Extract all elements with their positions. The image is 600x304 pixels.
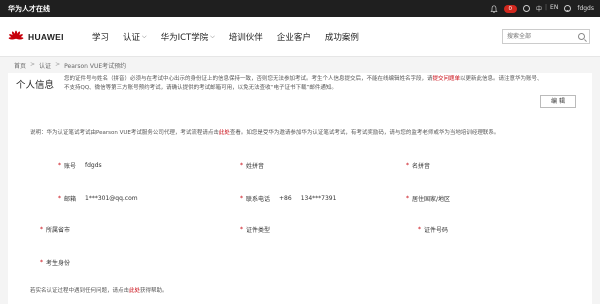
required-mark: *: [240, 195, 243, 202]
breadcrumb-separator: >: [30, 61, 36, 68]
country-label: 居住国家/地区: [412, 196, 451, 203]
help-note: 若实名认证过程中遇到任何问题，请点击此处获得帮助。: [30, 286, 168, 294]
id-type-label: 证件类型: [246, 227, 271, 234]
pinyin-given-field[interactable]: * 名拼音: [406, 161, 430, 170]
search-input[interactable]: [503, 30, 573, 43]
required-mark: *: [58, 195, 61, 202]
country-field[interactable]: * 居住国家/地区: [406, 194, 450, 203]
required-mark: *: [58, 162, 61, 169]
required-mark: *: [418, 226, 421, 233]
nav-item-enterprise[interactable]: 企业客户: [277, 31, 311, 43]
id-number-label: 证件号码: [424, 227, 449, 234]
main-nav: 学习 认证 ⌵ 华为ICT学院 ⌵ 培训伙伴 企业客户 成功案例: [92, 31, 359, 43]
nav-label: 学习: [92, 33, 110, 43]
exam-process-link[interactable]: 此处: [219, 130, 230, 136]
phone-label: 联系电话: [246, 196, 271, 203]
nav-label: 认证: [123, 33, 141, 43]
chevron-down-icon: ⌵: [210, 33, 215, 40]
required-mark: *: [240, 226, 243, 233]
required-mark: *: [406, 162, 409, 169]
nav-item-ict-academy[interactable]: 华为ICT学院 ⌵: [161, 31, 215, 43]
brand-name: HUAWEI: [28, 32, 64, 42]
required-mark: *: [40, 226, 43, 233]
nav-item-success-cases[interactable]: 成功案例: [325, 31, 359, 43]
lang-separator: |: [545, 4, 548, 11]
edit-button[interactable]: 编 辑: [540, 95, 576, 108]
top-bar-right: 0 中 | EN fdgds: [489, 3, 594, 14]
phone-value: 134***7391: [300, 195, 337, 202]
user-icon[interactable]: [564, 5, 572, 12]
breadcrumb-current: Pearson VUE考试预约: [64, 63, 127, 70]
city-label: 所属省市: [46, 227, 71, 234]
huawei-logo[interactable]: HUAWEI: [8, 30, 64, 44]
main-header: HUAWEI 学习 认证 ⌵ 华为ICT学院 ⌵ 培训伙伴 企业客户 成功案例: [0, 17, 600, 57]
nav-item-training-partners[interactable]: 培训伙伴: [229, 31, 263, 43]
page-title: 个人信息: [16, 80, 55, 91]
explain-part2: 查看。如您是受华为邀请参加华为认证笔试考试，有考试奖励码，请与您的监考老师或华为…: [229, 130, 500, 136]
breadcrumb-separator: >: [55, 61, 61, 68]
required-mark: *: [406, 195, 409, 202]
identity-label: 考生身份: [46, 260, 71, 267]
huawei-flower-icon: [8, 30, 24, 40]
bell-icon[interactable]: [489, 4, 498, 13]
submit-issue-link[interactable]: 提交问题单: [433, 76, 461, 82]
lang-en[interactable]: EN: [550, 4, 558, 13]
footer-part1: 若实名认证过程中遇到任何问题，请点击: [30, 288, 130, 294]
city-field[interactable]: * 所属省市: [40, 225, 70, 234]
pinyin-surname-label: 姓拼音: [246, 163, 265, 170]
nav-item-learn[interactable]: 学习: [92, 31, 109, 43]
nav-label: 成功案例: [324, 33, 359, 43]
required-mark: *: [240, 162, 243, 169]
phone-field: * 联系电话 +86 134***7391: [240, 194, 336, 203]
pinyin-given-label: 名拼音: [412, 163, 431, 170]
breadcrumb-home[interactable]: 首页: [14, 61, 26, 70]
chevron-down-icon: ⌵: [142, 33, 147, 40]
id-type-field[interactable]: * 证件类型: [240, 225, 270, 234]
account-field: * 账号 fdgds: [58, 161, 102, 170]
phone-code: +86: [279, 195, 292, 202]
notice-text: 您的证件号与姓名（拼音）必须与在考试中心出示的身份证上的信息保持一致，否则您无法…: [64, 75, 544, 93]
nav-label: 培训伙伴: [228, 33, 263, 43]
language-switch[interactable]: 中 | EN: [536, 4, 558, 13]
email-label: 邮箱: [64, 196, 77, 203]
nav-item-certification[interactable]: 认证 ⌵: [123, 31, 147, 43]
id-number-field[interactable]: * 证件号码: [418, 225, 448, 234]
exam-explanation: 说明：华为认证笔试考试由Pearson VUE考试服务公司代理，考试流程请点击此…: [30, 128, 499, 136]
pinyin-surname-field[interactable]: * 姓拼音: [240, 161, 264, 170]
account-value: fdgds: [85, 162, 102, 169]
search-box: [502, 29, 590, 44]
footer-part2: 获得帮助。: [140, 288, 168, 294]
notice-part1: 您的证件号与姓名（拼音）必须与在考试中心出示的身份证上的信息保持一致，否则您无法…: [64, 76, 433, 82]
lang-zh[interactable]: 中: [536, 4, 542, 13]
search-icon[interactable]: [578, 33, 585, 40]
explain-part1: 说明：华为认证笔试考试由Pearson VUE考试服务公司代理，考试流程请点击: [30, 130, 219, 136]
notification-badge[interactable]: 0: [503, 4, 517, 13]
site-name[interactable]: 华为人才在线: [8, 4, 50, 14]
email-value: 1***301@qq.com: [85, 195, 138, 202]
personal-info-panel: 个人信息 您的证件号与姓名（拼音）必须与在考试中心出示的身份证上的信息保持一致，…: [8, 73, 592, 304]
globe-icon: [523, 5, 530, 12]
account-label: 账号: [64, 163, 77, 170]
email-field: * 邮箱 1***301@qq.com: [58, 194, 138, 203]
nav-label: 华为ICT学院: [160, 33, 209, 43]
breadcrumb-certification[interactable]: 认证: [39, 61, 51, 70]
top-bar: 华为人才在线 0 中 | EN fdgds: [0, 0, 600, 17]
username[interactable]: fdgds: [577, 5, 594, 12]
required-mark: *: [40, 259, 43, 266]
breadcrumb: 首页 > 认证 > Pearson VUE考试预约: [14, 61, 126, 70]
help-link[interactable]: 此处: [129, 288, 140, 294]
identity-field[interactable]: * 考生身份: [40, 258, 70, 267]
nav-label: 企业客户: [276, 33, 311, 43]
